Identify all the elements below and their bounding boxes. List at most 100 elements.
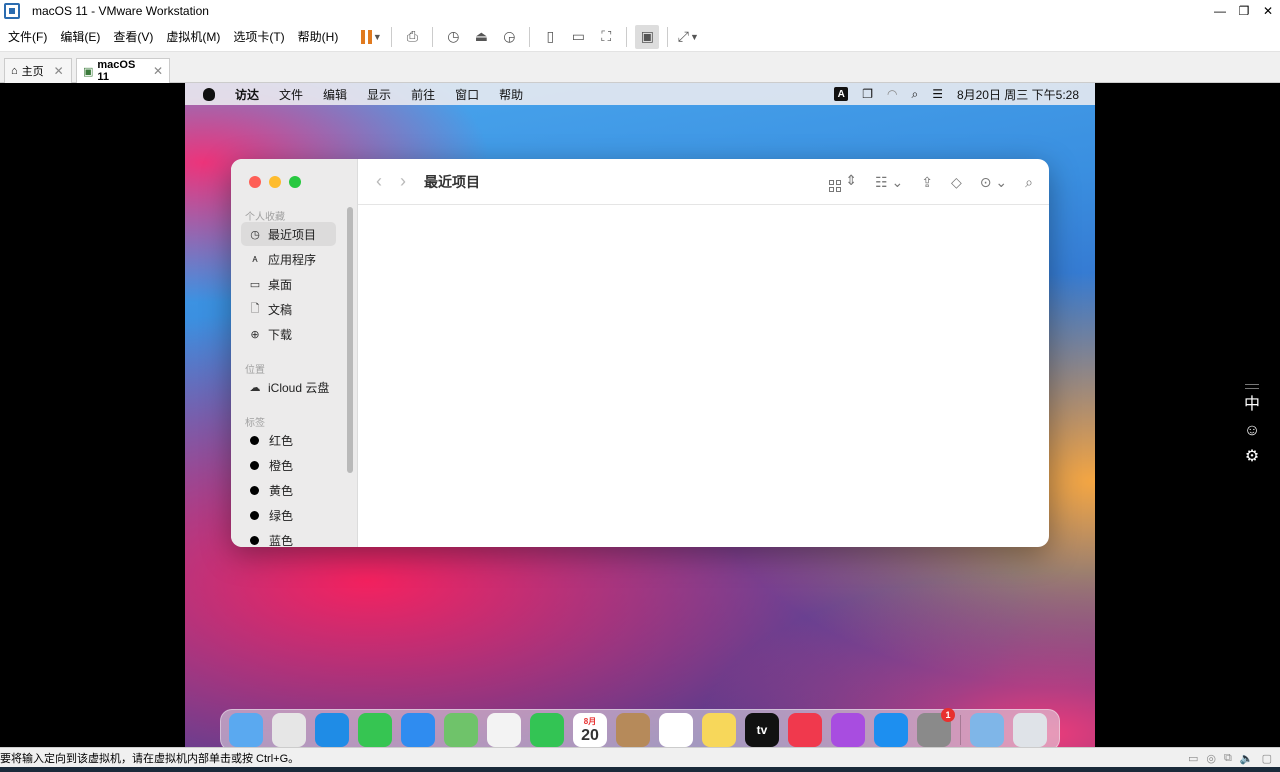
dock-app-store-icon[interactable] (874, 713, 908, 747)
dock-maps-icon[interactable] (444, 713, 478, 747)
window-title: macOS 11 - VMware Workstation (32, 4, 209, 18)
share-icon[interactable]: ⇪ (921, 174, 933, 191)
dock-facetime-icon[interactable] (530, 713, 564, 747)
dock-finder-icon[interactable] (229, 713, 263, 747)
maximize-button[interactable]: ❐ (1232, 0, 1256, 22)
more-actions-icon[interactable]: ⊙ ⌄ (980, 174, 1007, 191)
dock-music-icon[interactable] (788, 713, 822, 747)
icon-view-button[interactable]: ⇕ (829, 172, 857, 192)
dock-contacts-icon[interactable] (616, 713, 650, 747)
cd-icon[interactable]: ◎ (1206, 752, 1216, 765)
input-source-icon[interactable]: A (834, 87, 849, 101)
sidebar-item-label: iCloud 云盘 (268, 380, 330, 395)
menu-file[interactable]: 文件(F) (3, 28, 52, 45)
minimize-button[interactable]: — (1208, 0, 1232, 22)
sidebar-tag-red[interactable]: 红色 (241, 428, 336, 452)
sidebar-item-recents[interactable]: ◷ 最近项目 (241, 222, 336, 246)
sidebar-item-downloads[interactable]: ⊕ 下载 (241, 322, 336, 346)
mission-control-icon[interactable]: ❐ (862, 87, 873, 101)
send-ctrl-alt-del-icon[interactable]: ⎙ (400, 25, 424, 49)
sidebar-scrollbar[interactable] (347, 207, 353, 473)
dock-notes-icon[interactable] (702, 713, 736, 747)
forward-button[interactable]: › (400, 171, 406, 192)
unity-icon[interactable]: ⤢ ▼ (676, 25, 700, 49)
ime-settings-icon[interactable]: ⚙ (1245, 447, 1259, 467)
network-icon[interactable]: ⧉ (1224, 752, 1232, 765)
dock-launchpad-icon[interactable] (272, 713, 306, 747)
sidebar-item-label: 文稿 (268, 302, 293, 317)
sidebar-item-desktop[interactable]: ▭ 桌面 (241, 272, 336, 296)
thumbnail-icon[interactable]: ▭ (566, 25, 590, 49)
status-bar: 要将输入定向到该虚拟机，请在虚拟机内部单击或按 Ctrl+G。 ▭ ◎ ⧉ 🔈 … (0, 747, 1280, 767)
menu-vm[interactable]: 虚拟机(M) (161, 28, 225, 45)
fullscreen-icon[interactable]: ⛶ (594, 25, 618, 49)
zoom-light-button[interactable] (289, 176, 301, 188)
ime-grip-handle[interactable] (1245, 384, 1259, 389)
sidebar-tag-yellow[interactable]: 黄色 (241, 478, 336, 502)
dock-calendar-icon[interactable]: 8月 20 (573, 713, 607, 747)
vm-icon: ▣ (83, 65, 94, 78)
library-icon[interactable]: ▯ (538, 25, 562, 49)
close-window-button[interactable]: ✕ (1256, 0, 1280, 22)
revert-snapshot-icon[interactable]: ⏏ (469, 25, 493, 49)
dock-mail-icon[interactable] (401, 713, 435, 747)
dock-podcasts-icon[interactable] (831, 713, 865, 747)
sidebar-item-documents[interactable]: 🗋 文稿 (241, 297, 336, 321)
close-light-button[interactable] (249, 176, 261, 188)
dock-tv-icon[interactable]: tv (745, 713, 779, 747)
sidebar-tag-green[interactable]: 绿色 (241, 503, 336, 527)
tab-macos[interactable]: ▣ macOS 11 ✕ (76, 58, 170, 83)
calendar-month: 8月 (583, 716, 597, 726)
menu-help[interactable]: 帮助(H) (293, 28, 344, 45)
menu-tabs[interactable]: 选项卡(T) (228, 28, 289, 45)
dock-photos-icon[interactable] (487, 713, 521, 747)
mac-menu-view[interactable]: 显示 (367, 86, 391, 103)
sidebar-item-icloud[interactable]: ☁ iCloud 云盘 (241, 375, 336, 399)
snapshot-manager-icon[interactable]: ◶ (497, 25, 521, 49)
mac-menu-edit[interactable]: 编辑 (323, 86, 347, 103)
finder-window[interactable]: 个人收藏 ◷ 最近项目 ᴀ 应用程序 ▭ 桌面 🗋 文稿 ⊕ 下载 位置 ☁ iCloud … (231, 159, 1049, 547)
ime-emoji-icon[interactable]: ☺ (1244, 421, 1260, 441)
tab-home-close-icon[interactable]: ✕ (54, 64, 64, 78)
sidebar-tag-orange[interactable]: 橙色 (241, 453, 336, 477)
mac-menu-finder[interactable]: 访达 (235, 86, 259, 103)
snapshot-icon[interactable]: ◷ (441, 25, 465, 49)
spotlight-icon[interactable]: ⌕ (911, 87, 918, 102)
control-center-icon[interactable]: ☰ (932, 87, 943, 101)
mac-menu-window[interactable]: 窗口 (455, 86, 479, 103)
tab-macos-close-icon[interactable]: ✕ (153, 64, 163, 78)
dock-reminders-icon[interactable] (659, 713, 693, 747)
dock-downloads-icon[interactable] (970, 713, 1004, 747)
sidebar-item-applications[interactable]: ᴀ 应用程序 (241, 247, 336, 271)
macos-desktop[interactable]: 访达 文件 编辑 显示 前往 窗口 帮助 A ❐ ◠ ⌕ ☰ 8月20日 周三 … (185, 83, 1095, 747)
group-button[interactable]: ☷ ⌄ (875, 174, 903, 191)
pause-icon[interactable]: ▼ (359, 25, 383, 49)
hard-disk-icon[interactable]: ▭ (1188, 752, 1198, 765)
tab-home[interactable]: ⌂ 主页 ✕ (4, 58, 72, 83)
sidebar-tag-blue[interactable]: 蓝色 (241, 528, 336, 547)
back-button[interactable]: ‹ (376, 171, 382, 192)
dock-trash-icon[interactable] (1013, 713, 1047, 747)
minimize-light-button[interactable] (269, 176, 281, 188)
tab-bar: ⌂ 主页 ✕ ▣ macOS 11 ✕ (0, 53, 1280, 83)
wifi-icon[interactable]: ◠ (887, 87, 897, 101)
dock-system-preferences-icon[interactable]: 1 (917, 708, 955, 747)
menu-view[interactable]: 查看(V) (108, 28, 158, 45)
mac-menu-help[interactable]: 帮助 (499, 86, 523, 103)
mac-menu-file[interactable]: 文件 (279, 86, 303, 103)
taskbar-edge (0, 767, 1280, 772)
mac-menu-go[interactable]: 前往 (411, 86, 435, 103)
console-icon[interactable]: ▣ (635, 24, 660, 49)
vm-display[interactable]: 访达 文件 编辑 显示 前往 窗口 帮助 A ❐ ◠ ⌕ ☰ 8月20日 周三 … (0, 83, 1280, 747)
apple-icon[interactable] (203, 87, 215, 101)
menubar-clock[interactable]: 8月20日 周三 下午5:28 (957, 86, 1079, 103)
tag-icon[interactable]: ◇ (951, 174, 962, 191)
search-icon[interactable]: ⌕ (1025, 174, 1033, 191)
tv-label: tv (756, 723, 768, 737)
message-icon[interactable]: ▢ (1262, 752, 1272, 765)
sound-icon[interactable]: 🔈 (1240, 752, 1254, 765)
ime-language-icon[interactable]: 中 (1244, 395, 1260, 415)
menu-edit[interactable]: 编辑(E) (55, 28, 105, 45)
dock-safari-icon[interactable] (315, 713, 349, 747)
dock-messages-icon[interactable] (358, 713, 392, 747)
